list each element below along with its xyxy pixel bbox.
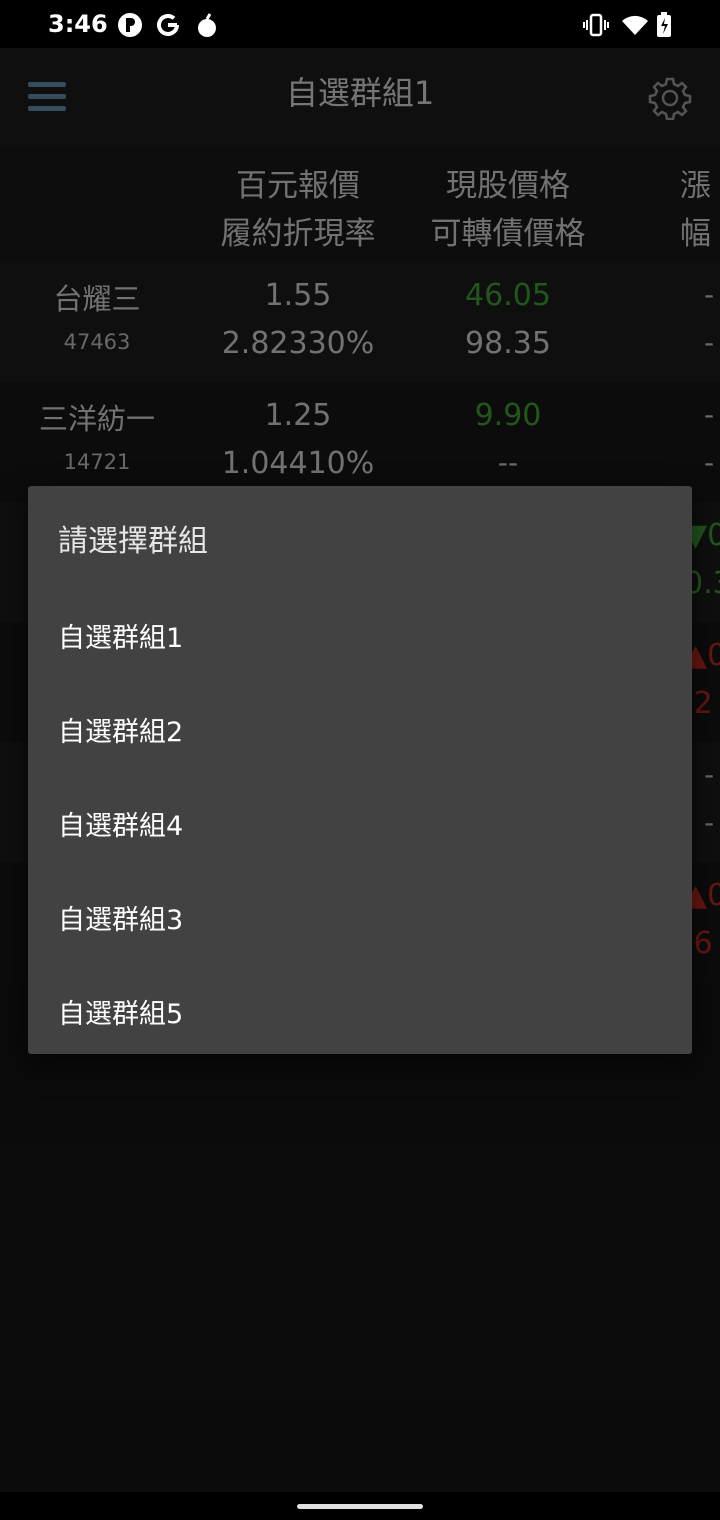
wifi-icon bbox=[620, 12, 650, 38]
dialog-option-group-3[interactable]: 自選群組3 bbox=[28, 870, 692, 960]
dialog-option-group-5[interactable]: 自選群組5 bbox=[28, 964, 692, 1054]
home-gesture-handle[interactable] bbox=[297, 1504, 423, 1509]
battery-charging-icon bbox=[654, 12, 674, 38]
dialog-option-group-2[interactable]: 自選群組2 bbox=[28, 682, 692, 772]
dialog-option-group-1[interactable]: 自選群組1 bbox=[28, 588, 692, 678]
select-group-dialog: 請選擇群組 自選群組1 自選群組2 自選群組4 自選群組3 自選群組5 bbox=[28, 486, 692, 1054]
bomb-app-icon bbox=[194, 12, 220, 38]
google-icon bbox=[154, 12, 182, 38]
navigation-bar bbox=[0, 1492, 720, 1520]
vibrate-icon bbox=[582, 12, 610, 38]
pinwheel-app-icon bbox=[116, 12, 144, 38]
status-bar: 3:46 bbox=[0, 0, 720, 48]
dialog-option-group-4[interactable]: 自選群組4 bbox=[28, 776, 692, 866]
status-time: 3:46 bbox=[48, 10, 108, 38]
dialog-title: 請選擇群組 bbox=[58, 524, 208, 559]
